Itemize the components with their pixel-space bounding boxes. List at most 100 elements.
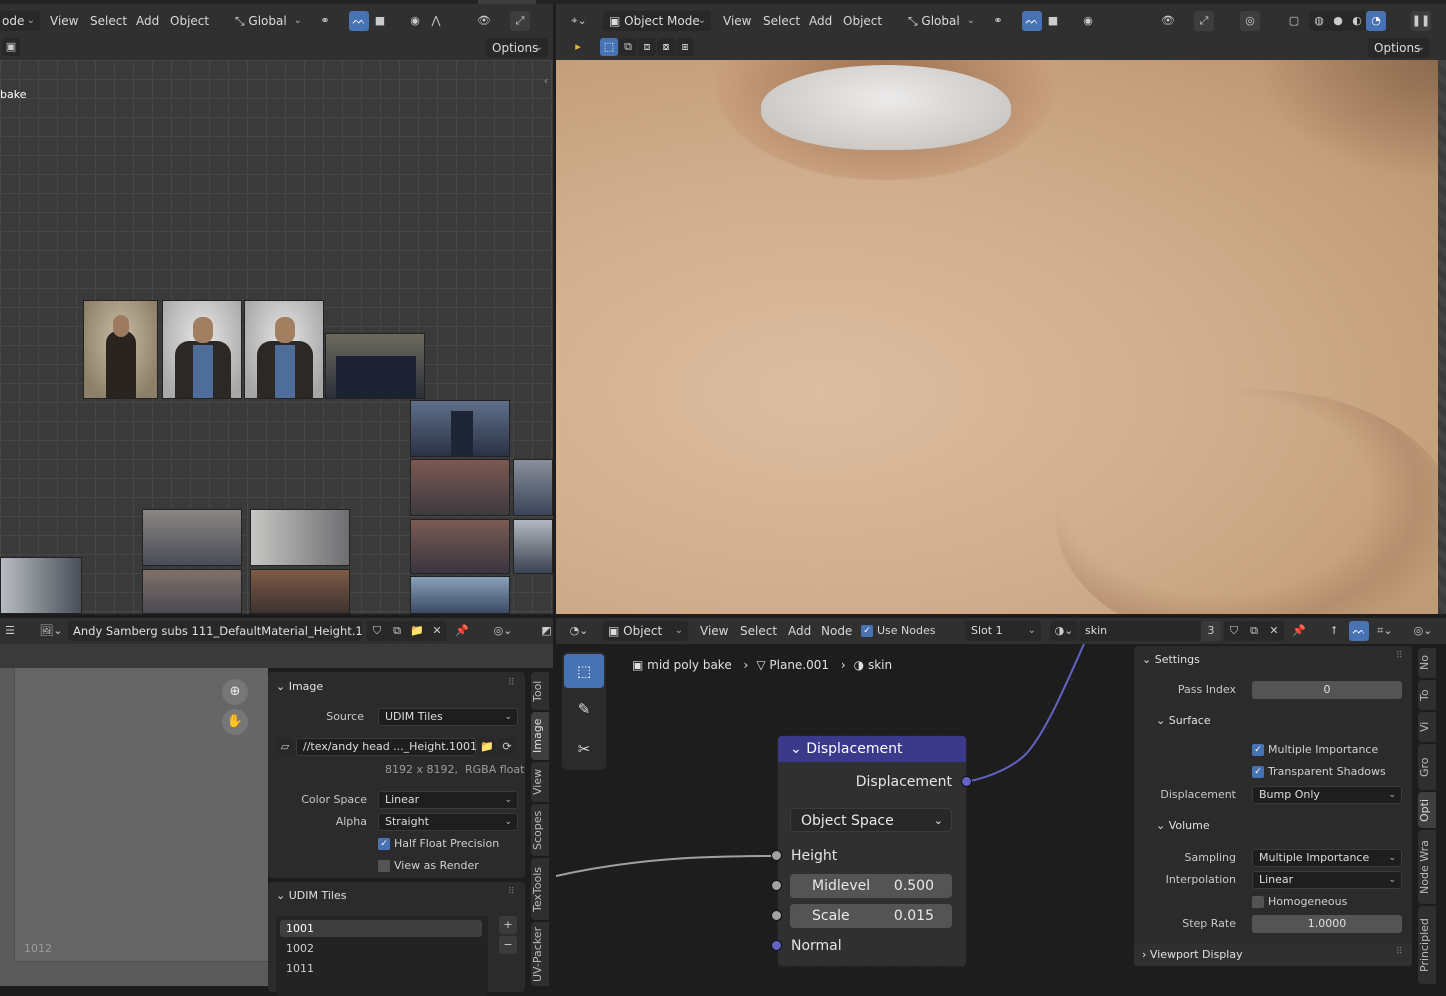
- tab-image[interactable]: Image: [531, 712, 549, 760]
- tab-options[interactable]: Opti: [1418, 792, 1436, 828]
- node-menu-view[interactable]: View: [700, 624, 728, 638]
- tab-uv-packer[interactable]: UV-Packer: [531, 922, 549, 986]
- fake-user-icon[interactable]: ⛉: [367, 621, 387, 641]
- xray-icon[interactable]: ▢: [1284, 11, 1304, 31]
- editor-type-icon[interactable]: ◔⌄: [564, 621, 594, 641]
- midlevel-input-socket[interactable]: [771, 880, 782, 891]
- proportional-icon[interactable]: ◉: [1078, 11, 1098, 31]
- tab-node-wrangler[interactable]: Node Wra: [1418, 830, 1436, 904]
- pivot-icon[interactable]: ⚭: [315, 11, 335, 31]
- node-menu-node[interactable]: Node: [821, 624, 852, 638]
- material-browse-icon[interactable]: ◑⌄: [1050, 621, 1078, 641]
- settings-title[interactable]: ⌄ Settings: [1142, 653, 1200, 666]
- left-options-dropdown[interactable]: Options ⌄: [486, 38, 548, 58]
- transparent-shadows-checkbox[interactable]: ✓: [1252, 766, 1264, 778]
- image-type-icon[interactable]: ▱: [276, 738, 294, 756]
- parent-node-icon[interactable]: ⭡: [1324, 621, 1344, 641]
- snap-icon[interactable]: ᨓ: [349, 11, 369, 31]
- ref-image[interactable]: [162, 300, 242, 399]
- pause-render-icon[interactable]: ❚❚: [1411, 11, 1431, 31]
- left-orientation-dropdown[interactable]: ⤡ Global ⌄: [229, 11, 307, 31]
- sampling-dropdown[interactable]: Multiple Importance ⌄: [1252, 849, 1402, 867]
- gizmo-icon[interactable]: ⤢: [1194, 11, 1214, 31]
- pivot-icon[interactable]: ⚭: [988, 11, 1008, 31]
- volume-subpanel[interactable]: ⌄ Volume: [1156, 819, 1210, 832]
- annotate-tool-icon[interactable]: ✎: [564, 692, 604, 726]
- ref-image[interactable]: [142, 509, 242, 566]
- pin-icon[interactable]: 📌: [1289, 621, 1309, 641]
- node-header[interactable]: ⌄ Displacement: [778, 736, 966, 762]
- reload-icon[interactable]: ⟳: [498, 738, 516, 756]
- overlay-icon[interactable]: ◎: [1240, 11, 1260, 31]
- unlink-icon[interactable]: ✕: [1264, 621, 1284, 641]
- tab-gro[interactable]: Gro: [1418, 744, 1436, 790]
- right-menu-select[interactable]: Select: [763, 14, 800, 28]
- falloff-icon[interactable]: ⋀: [426, 11, 446, 31]
- step-rate-field[interactable]: 1.0000: [1252, 915, 1402, 933]
- image-name-field[interactable]: Andy Samberg subs 111_DefaultMaterial_He…: [68, 621, 362, 641]
- tab-vi[interactable]: Vi: [1418, 712, 1436, 742]
- udim-tile-item[interactable]: 1011: [280, 960, 482, 977]
- alpha-dropdown[interactable]: Straight ⌄: [378, 813, 518, 831]
- select-intersect-icon[interactable]: ⧆: [676, 38, 694, 56]
- right-options-dropdown[interactable]: Options ⌄: [1368, 38, 1430, 58]
- unlink-icon[interactable]: ✕: [427, 621, 447, 641]
- half-float-checkbox[interactable]: ✓: [378, 838, 390, 850]
- ref-image[interactable]: [325, 333, 425, 399]
- space-dropdown[interactable]: Object Space ⌄: [790, 808, 952, 832]
- udim-tile-item[interactable]: 1002: [280, 940, 482, 957]
- pan-hand-icon[interactable]: ✋: [222, 709, 248, 735]
- normal-input-socket[interactable]: [771, 940, 782, 951]
- gizmo-icon[interactable]: ⤢: [510, 11, 530, 31]
- zoom-icon[interactable]: ⊕: [222, 679, 248, 705]
- displacement-output-socket[interactable]: [961, 776, 972, 787]
- rendered-shading-icon[interactable]: ◔: [1366, 11, 1386, 31]
- editor-type-icon[interactable]: ⌖⌄: [564, 11, 594, 31]
- view-as-render-checkbox[interactable]: [378, 860, 390, 872]
- rendered-viewport[interactable]: [556, 60, 1438, 614]
- wireframe-shading-icon[interactable]: ◍: [1309, 11, 1329, 31]
- ref-image[interactable]: [410, 400, 510, 457]
- image-canvas[interactable]: 1012 ⊕ ✋: [0, 668, 268, 986]
- select-invert-icon[interactable]: ⧇: [657, 38, 675, 56]
- tab-no[interactable]: No: [1418, 648, 1436, 678]
- mask-icon[interactable]: ◩: [540, 621, 553, 641]
- material-name-field[interactable]: skin: [1079, 621, 1201, 641]
- user-count[interactable]: 3: [1201, 621, 1221, 641]
- multiple-importance-checkbox[interactable]: ✓: [1252, 744, 1264, 756]
- right-mode-dropdown[interactable]: ▣ Object Mode ⌄: [603, 11, 711, 31]
- tab-scopes[interactable]: Scopes: [531, 804, 549, 856]
- drag-handle-icon[interactable]: ⠿: [1396, 947, 1403, 957]
- scale-field[interactable]: Scale 0.015: [790, 904, 952, 928]
- proportional-icon[interactable]: ◉: [405, 11, 425, 31]
- links-cut-tool-icon[interactable]: ✂: [564, 732, 604, 766]
- tab-principled[interactable]: Principled: [1418, 906, 1436, 984]
- select-new-icon[interactable]: ⬚: [600, 38, 618, 56]
- ref-image[interactable]: [250, 509, 350, 566]
- remove-tile-icon[interactable]: −: [499, 936, 517, 954]
- solid-shading-icon[interactable]: ●: [1328, 11, 1348, 31]
- ref-image[interactable]: [410, 459, 510, 516]
- tab-view[interactable]: View: [531, 762, 549, 802]
- image-browse-icon[interactable]: 🖼⌄: [36, 621, 66, 641]
- scale-input-socket[interactable]: [771, 910, 782, 921]
- displacement-node[interactable]: ⌄ Displacement Displacement Object Space…: [777, 735, 967, 967]
- right-menu-view[interactable]: View: [723, 14, 751, 28]
- udim-panel-title[interactable]: ⌄ UDIM Tiles: [276, 889, 346, 902]
- visibility-icon[interactable]: 👁: [474, 11, 494, 31]
- select-tool-icon[interactable]: ⬚: [564, 654, 604, 688]
- ref-image[interactable]: [513, 459, 553, 516]
- ref-image[interactable]: [0, 557, 82, 614]
- node-menu-add[interactable]: Add: [788, 624, 811, 638]
- image-panel-title[interactable]: ⌄ Image: [276, 680, 323, 693]
- ref-image[interactable]: [244, 300, 324, 399]
- visibility-icon[interactable]: 👁: [1158, 11, 1178, 31]
- displacement-method-dropdown[interactable]: Bump Only ⌄: [1252, 786, 1402, 804]
- select-box-icon[interactable]: ▣: [2, 38, 20, 56]
- material-shading-icon[interactable]: ◐: [1347, 11, 1367, 31]
- height-input-socket[interactable]: [771, 850, 782, 861]
- menu-icon[interactable]: ☰: [0, 621, 20, 641]
- snap-target-icon[interactable]: ■: [370, 11, 390, 31]
- pass-index-field[interactable]: 0: [1252, 681, 1402, 699]
- add-tile-icon[interactable]: +: [499, 916, 517, 934]
